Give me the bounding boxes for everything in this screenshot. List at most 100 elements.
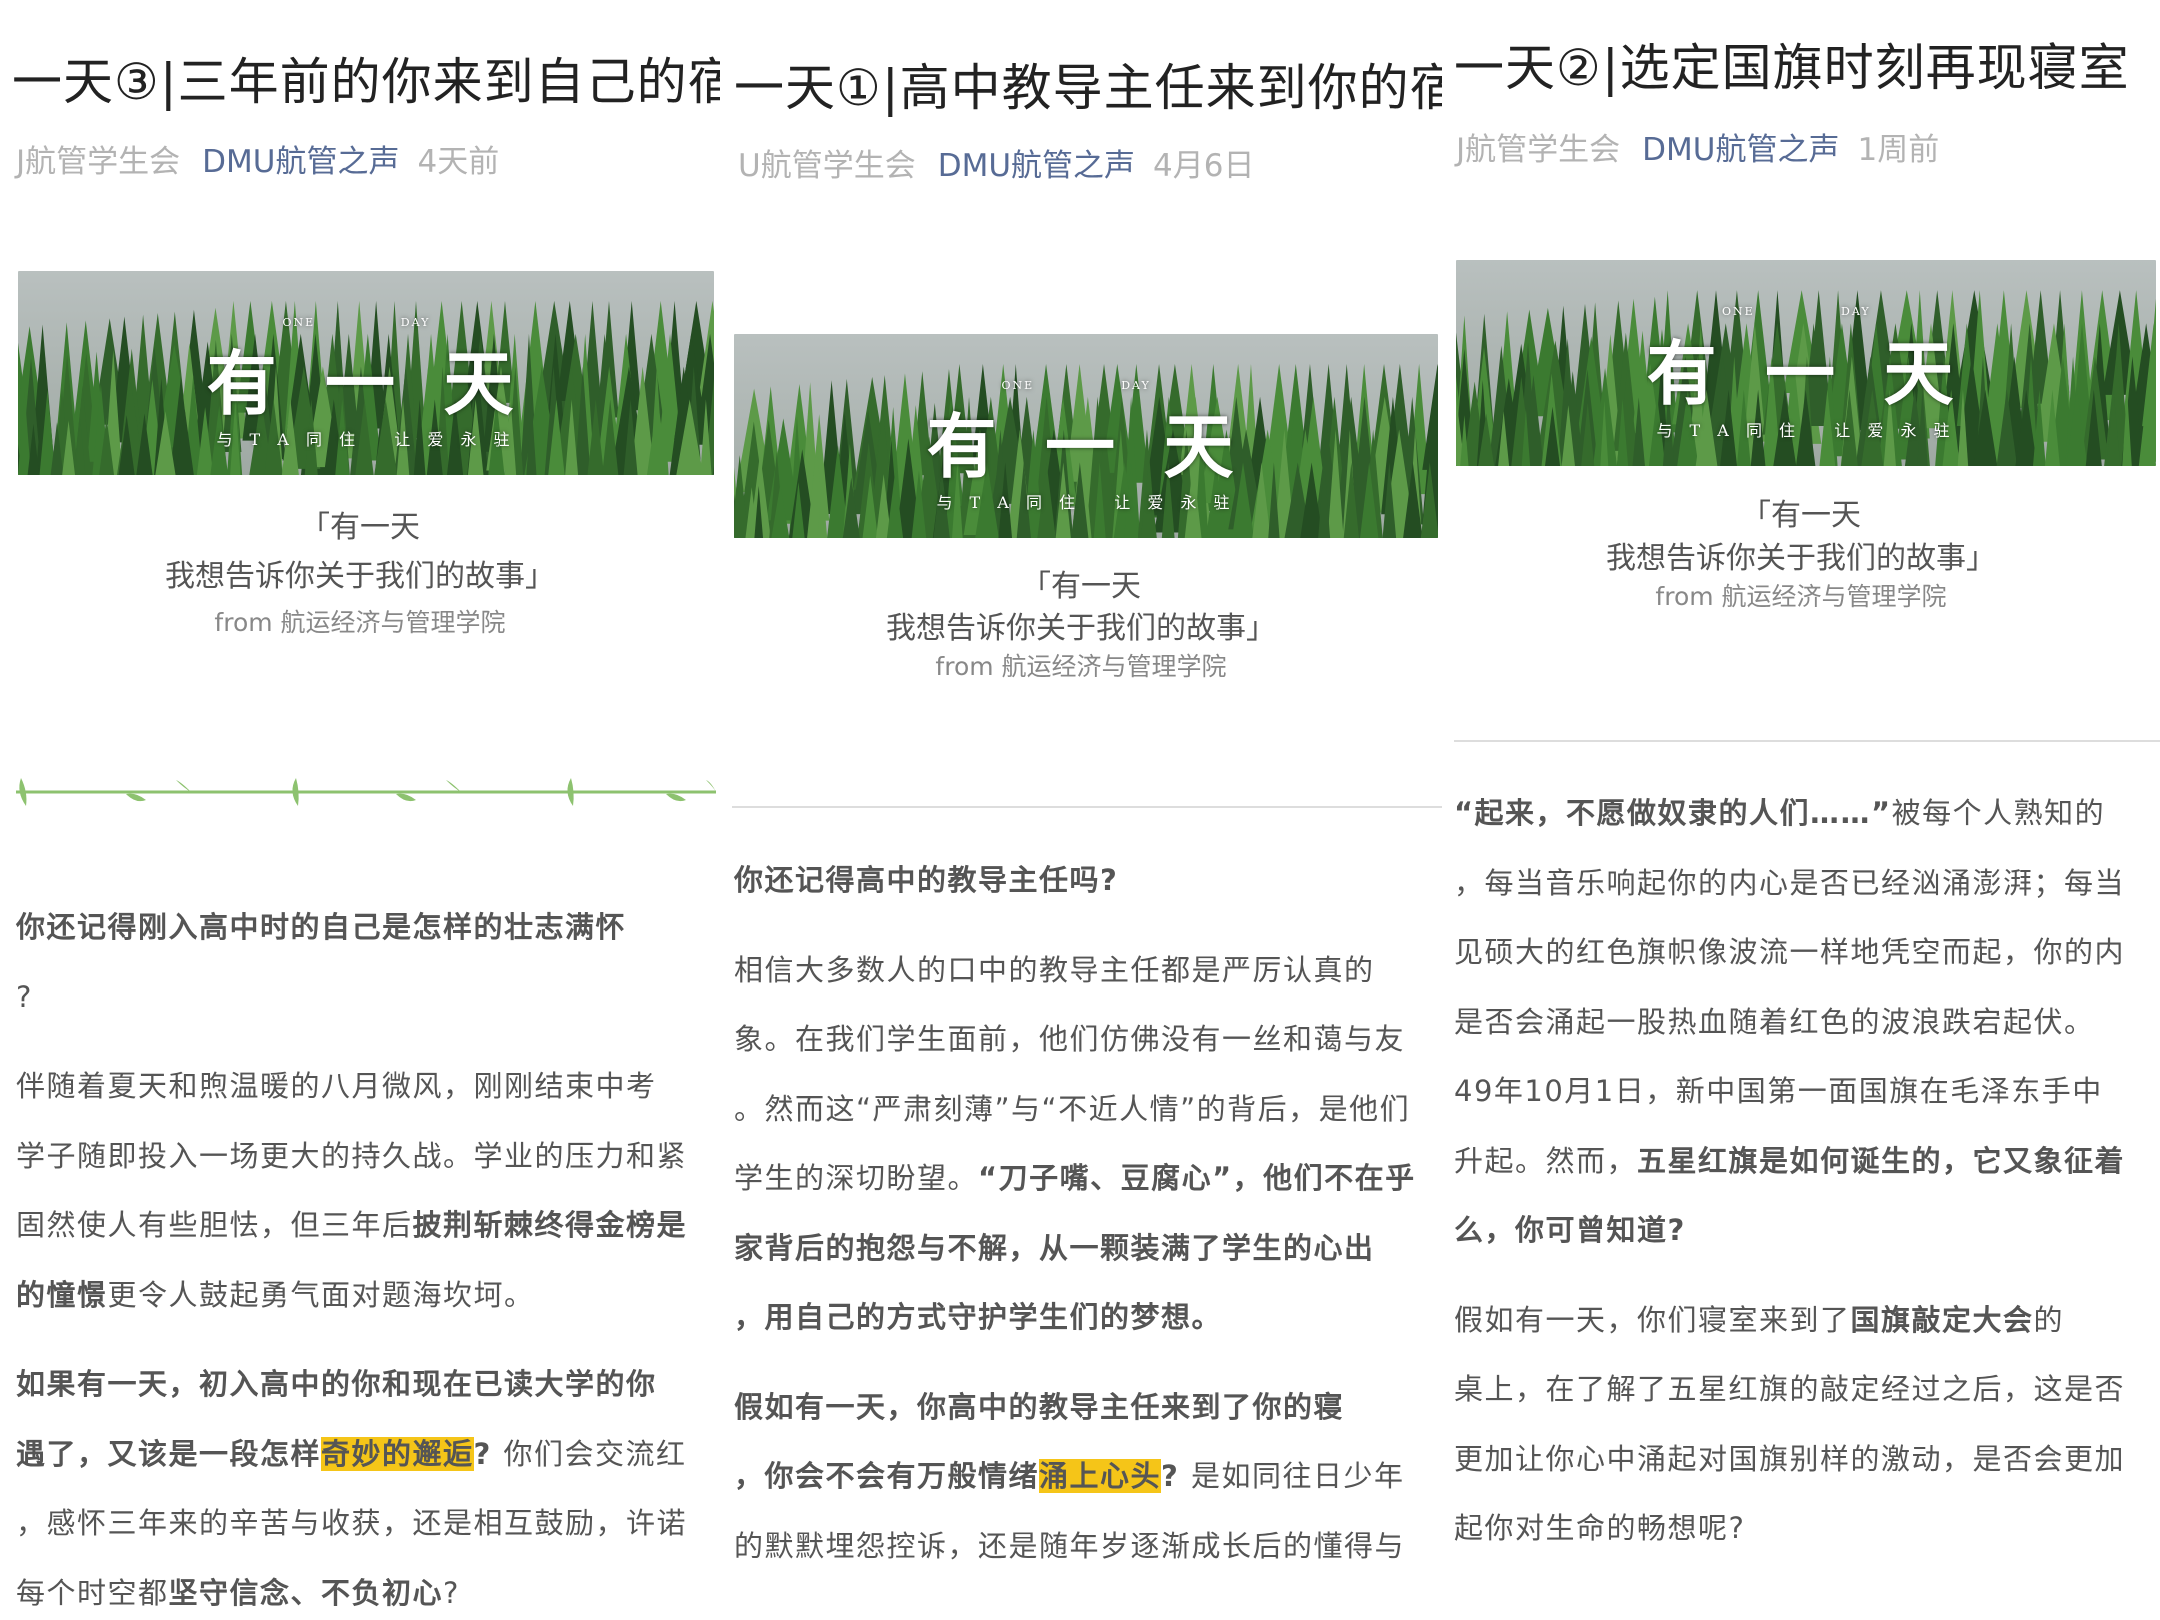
bold-text: 家背后的抱怨与不解，从一颗装满了学生的心出 [734, 1230, 1375, 1265]
article-title[interactable]: 一天③|三年前的你来到自己的宿 [12, 42, 720, 114]
body-line: 升起。然而，五星红旗是如何诞生的，它又象征着 [1454, 1127, 2125, 1197]
article-meta: J航管学生会 DMU航管之声 1周前 [1456, 124, 1939, 169]
body-line: 学生的深切盼望。“刀子嘴、豆腐心”，他们不在乎 [734, 1144, 1416, 1214]
text-run: 你们会交流红 [503, 1436, 687, 1471]
body-line: 假如有一天，你们寝室来到了国旗敲定大会的 [1454, 1286, 2125, 1356]
bold-text: 五星红旗是如何诞生的，它又象征着 [1637, 1143, 2126, 1178]
banner-text: ONE DAY 有 一 天与 T A 同 住 让 爱 永 驻 [734, 334, 1438, 538]
body-line: ，你会不会有万般情绪涌上心头? 是如同往日少年 [734, 1442, 1416, 1512]
body-line: ? [16, 963, 687, 1033]
bold-text: ? [473, 1436, 504, 1471]
text-run: 更令人鼓起勇气面对题海坎坷。 [107, 1277, 535, 1312]
body-line: 49年10月1日，新中国第一面国旗在毛泽东手中 [1454, 1057, 2125, 1127]
article-panel-3: 一天②|选定国旗时刻再现寝室 J航管学生会 DMU航管之声 1周前 ONE DAY 有 … [1442, 0, 2160, 1620]
body-line: 桌上，在了解了五星红旗的敲定经过之后，这是否 [1454, 1355, 2125, 1425]
bold-text: 坚守信念、不负初心 [168, 1575, 444, 1610]
bold-text: 假如有一天，你高中的教导主任来到了你的寝 [734, 1389, 1345, 1424]
cover-banner: ONE DAY 有 一 天与 T A 同 住 让 爱 永 驻 [18, 271, 714, 475]
caption-line: 我想告诉你关于我们的故事」 [886, 611, 1276, 646]
text-run: 49年10月1日，新中国第一面国旗在毛泽东手中 [1454, 1074, 2103, 1108]
text-run: 桌上，在了解了五星红旗的敲定经过之后，这是否 [1454, 1372, 2126, 1406]
text-run: 每个时空都 [16, 1575, 169, 1610]
text-run: 学生的深切盼望。 [734, 1161, 979, 1195]
bold-text: 国旗敲定大会 [1850, 1302, 2034, 1337]
caption-line: 「有一天 [300, 510, 420, 545]
banner-subtitle: 与 T A 同 住 让 爱 永 驻 [1656, 420, 1956, 440]
body-line: 你还记得刚入高中时的自己是怎样的壮志满怀 [16, 893, 687, 963]
body-line: 的憧憬更令人鼓起勇气面对题海坎坷。 [16, 1261, 687, 1331]
caption-line: 「有一天 [1741, 498, 1861, 533]
banner-text: ONE DAY 有 一 天与 T A 同 住 让 爱 永 驻 [18, 271, 714, 475]
text-run: 升起。然而， [1454, 1143, 1638, 1178]
body-line: 更加让你心中涌起对国旗别样的激动，是否会更加 [1454, 1425, 2125, 1495]
text-run: 见硕大的红色旗帜像波流一样地凭空而起，你的内 [1454, 935, 2126, 969]
account-link[interactable]: DMU航管之声 [1642, 132, 1839, 168]
banner-en-one: ONE [1001, 378, 1035, 392]
banner-subtitle: 与 T A 同 住 让 爱 永 驻 [216, 430, 516, 450]
bold-text: 你还记得刚入高中时的自己是怎样的壮志满怀 [16, 910, 627, 944]
banner-title: 有 一 天 [1646, 331, 1966, 415]
text-run: 假如有一天，你们寝室来到了 [1454, 1302, 1851, 1337]
banner-en-day: DAY [1121, 378, 1151, 392]
meta-time: 1周前 [1857, 132, 1940, 168]
text-run: 被每个人熟知的 [1891, 796, 2106, 830]
body-line: ，用自己的方式守护学生们的梦想。 [734, 1283, 1416, 1353]
text-run: 的 [2033, 1302, 2065, 1337]
body-line: 。然而这“严肃刻薄”与“不近人情”的背后，是他们 [734, 1075, 1416, 1145]
text-run: 学子随即投入一场更大的持久战。学业的压力和紧 [16, 1138, 688, 1173]
cover-banner: ONE DAY 有 一 天与 T A 同 住 让 爱 永 驻 [734, 334, 1438, 538]
bold-text: ，用自己的方式守护学生们的梦想。 [734, 1300, 1223, 1334]
text-run: ? [443, 1575, 460, 1610]
article-title[interactable]: 一天②|选定国旗时刻再现寝室 [1454, 28, 2130, 100]
bold-text: ? [1161, 1459, 1191, 1493]
meta-source: U航管学生会 [738, 148, 916, 184]
banner-text: ONE DAY 有 一 天与 T A 同 住 让 爱 永 驻 [1456, 260, 2156, 466]
body-line: ，每当音乐响起你的内心是否已经汹涌澎湃；每当 [1454, 849, 2125, 919]
body-line: 的默默埋怨控诉，还是随年岁逐渐成长后的懂得与 [734, 1512, 1416, 1582]
divider-line [1454, 740, 2160, 742]
body-line: 固然使人有些胆怯，但三年后披荆斩棘终得金榜是 [16, 1191, 687, 1261]
body-line: 象。在我们学生面前，他们仿佛没有一丝和蔼与友 [734, 1005, 1416, 1075]
article-body: “起来，不愿做奴隶的人们……”被每个人熟知的 ，每当音乐响起你的内心是否已经汹涌澎… [1454, 779, 2125, 1564]
article-title[interactable]: 一天①|高中教导主任来到你的宿 [734, 48, 1442, 120]
body-line: 每个时空都坚守信念、不负初心? [16, 1559, 687, 1620]
text-run: 是否会涌起一股热血随着红色的波浪跌宕起伏。 [1454, 1004, 2095, 1039]
caption-source: from 航运经济与管理学院 [1655, 582, 1947, 611]
text-run: ? [16, 979, 33, 1014]
body-line: 你还记得高中的教导主任吗? [734, 846, 1416, 916]
article-body: 你还记得刚入高中时的自己是怎样的壮志满怀? 伴随着夏天和煦温暖的八月微风，刚刚结束… [16, 893, 687, 1620]
caption-line: 我想告诉你关于我们的故事」 [165, 559, 555, 594]
body-line: “起来，不愿做奴隶的人们……”被每个人熟知的 [1454, 779, 2125, 849]
account-link[interactable]: DMU航管之声 [938, 148, 1135, 184]
bold-text: 遇了，又该是一段怎样 [16, 1436, 322, 1471]
vine-divider [16, 778, 716, 806]
article-meta: U航管学生会 DMU航管之声 4月6日 [738, 140, 1254, 185]
banner-title: 有 一 天 [206, 342, 526, 426]
text-run: 伴随着夏天和煦温暖的八月微风，刚刚结束中考 [16, 1069, 657, 1103]
highlighted-phrase: 奇妙的邂逅 [321, 1436, 474, 1471]
body-line: 如果有一天，初入高中的你和现在已读大学的你 [16, 1350, 687, 1420]
article-meta: J航管学生会 DMU航管之声 4天前 [16, 136, 499, 181]
body-line: 么，你可曾知道? [1454, 1196, 2125, 1266]
cover-banner: ONE DAY 有 一 天与 T A 同 住 让 爱 永 驻 [1456, 260, 2156, 466]
body-line: 家背后的抱怨与不解，从一颗装满了学生的心出 [734, 1214, 1416, 1284]
article-panel-2: 一天①|高中教导主任来到你的宿 U航管学生会 DMU航管之声 4月6日 ONE DAY… [720, 0, 1442, 1620]
bold-text: 你还记得高中的教导主任吗? [734, 863, 1119, 897]
account-link[interactable]: DMU航管之声 [202, 144, 399, 180]
meta-time: 4天前 [417, 144, 500, 180]
article-body: 你还记得高中的教导主任吗? 相信大多数人的口中的教导主任都是严厉认真的 象。在我们学… [734, 846, 1416, 1581]
bold-text: 的憧憬 [16, 1277, 108, 1312]
meta-source: J航管学生会 [1456, 132, 1621, 168]
body-line: 伴随着夏天和煦温暖的八月微风，刚刚结束中考 [16, 1052, 687, 1122]
body-line: 是否会涌起一股热血随着红色的波浪跌宕起伏。 [1454, 988, 2125, 1058]
banner-en-one: ONE [282, 315, 316, 329]
bold-text: “起来，不愿做奴隶的人们……” [1454, 796, 1892, 830]
caption-source: from 航运经济与管理学院 [214, 608, 506, 637]
caption-line: 「有一天 [1021, 569, 1141, 604]
banner-en-day: DAY [400, 315, 431, 329]
body-line: 学子随即投入一场更大的持久战。学业的压力和紧 [16, 1122, 687, 1192]
